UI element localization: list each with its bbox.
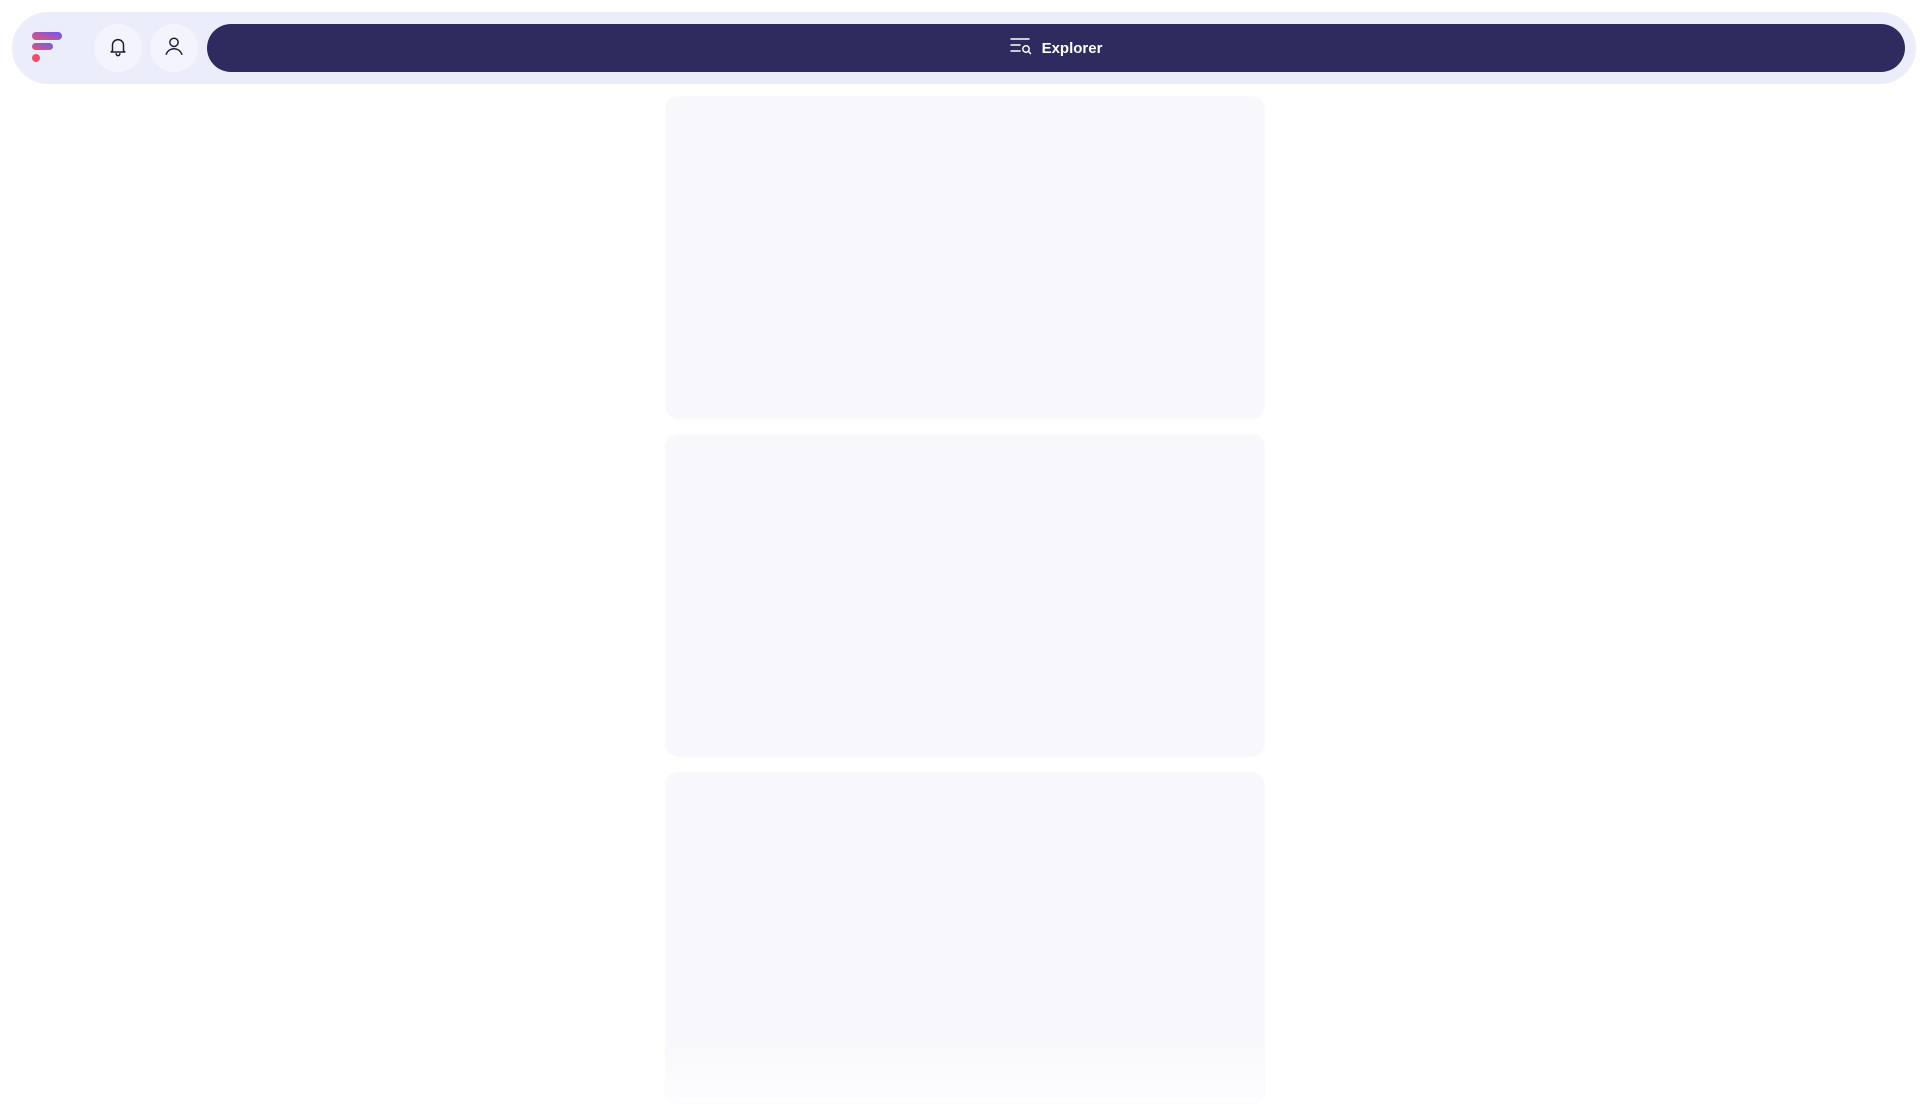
bell-icon bbox=[107, 35, 129, 62]
profile-button[interactable] bbox=[150, 24, 198, 72]
skeleton-card bbox=[666, 435, 1264, 756]
skeleton-card bbox=[666, 773, 1264, 1103]
skeleton-card bbox=[666, 97, 1264, 418]
explorer-button[interactable]: Explorer bbox=[207, 24, 1905, 72]
list-search-icon bbox=[1009, 36, 1032, 61]
user-icon bbox=[163, 35, 185, 62]
explorer-label: Explorer bbox=[1041, 39, 1103, 57]
feed bbox=[666, 97, 1264, 1120]
brand-logo-icon[interactable] bbox=[32, 32, 64, 64]
top-navigation-bar: Explorer bbox=[12, 12, 1916, 84]
notifications-button[interactable] bbox=[94, 24, 142, 72]
